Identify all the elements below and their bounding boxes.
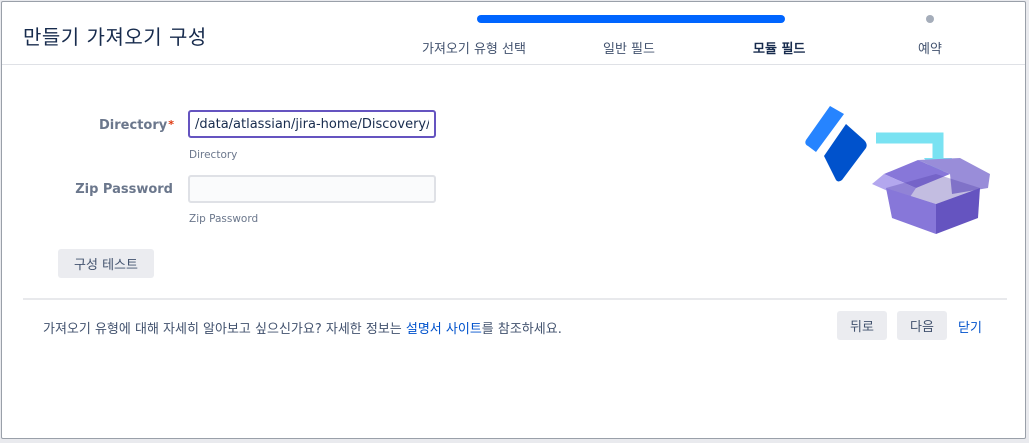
test-config-button[interactable]: 구성 테스트: [58, 249, 154, 278]
wizard-step-select-type: 가져오기 유형 선택: [422, 42, 526, 57]
directory-label: Directory*: [14, 118, 174, 133]
wizard-step-module-fields: 모듈 필드: [753, 42, 806, 57]
jira-logo-box-import-illustration-icon: [805, 106, 990, 234]
wizard-step-schedule: 예약: [918, 42, 942, 57]
dialog-title: 만들기 가져오기 구성: [23, 25, 207, 49]
zip-password-input[interactable]: [188, 175, 436, 203]
back-button[interactable]: 뒤로: [837, 311, 887, 340]
footer-text-after: 를 참조하세요.: [481, 322, 562, 337]
wizard-progress-bar: [477, 15, 785, 23]
wizard-step-general-fields: 일반 필드: [603, 42, 655, 57]
import-config-dialog: 만들기 가져오기 구성 가져오기 유형 선택 일반 필드 모듈 필드 예약 Di…: [1, 1, 1026, 439]
next-button[interactable]: 다음: [897, 311, 947, 340]
required-marker: *: [168, 118, 174, 131]
directory-input[interactable]: [188, 110, 436, 138]
documentation-link[interactable]: 설명서 사이트: [406, 322, 482, 337]
zip-password-label: Zip Password: [75, 182, 173, 197]
footer-divider: [23, 298, 1007, 300]
dialog-header: 만들기 가져오기 구성 가져오기 유형 선택 일반 필드 모듈 필드 예약: [2, 2, 1025, 65]
directory-label-text: Directory: [99, 118, 168, 133]
footer-help-text: 가져오기 유형에 대해 자세히 알아보고 싶으신가요? 자세한 정보는 설명서 …: [43, 318, 562, 337]
directory-help-text: Directory: [189, 149, 238, 161]
close-link[interactable]: 닫기: [958, 317, 982, 336]
wizard-progress-pending-dot: [926, 15, 934, 23]
zip-password-help-text: Zip Password: [189, 213, 259, 225]
footer-text-before: 가져오기 유형에 대해 자세히 알아보고 싶으신가요? 자세한 정보는: [43, 322, 406, 337]
